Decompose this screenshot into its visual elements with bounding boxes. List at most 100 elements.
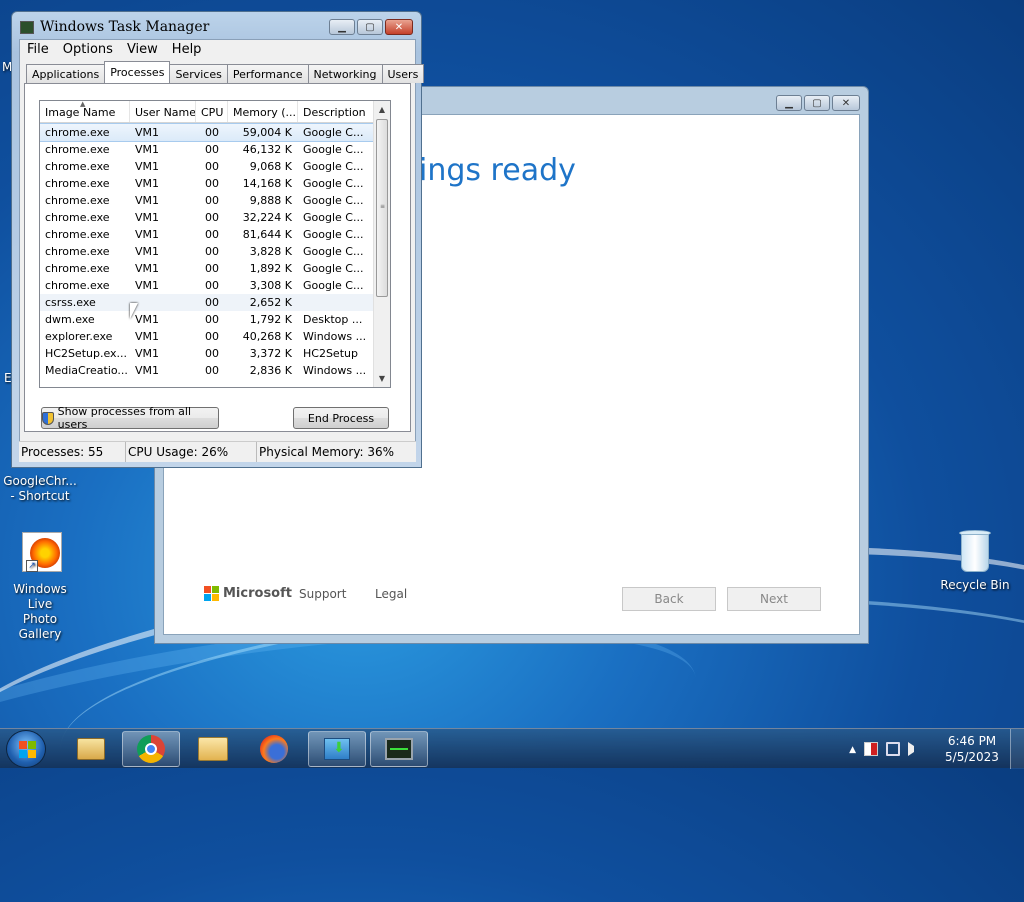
table-cell: chrome.exe: [45, 160, 110, 173]
table-cell: chrome.exe: [45, 228, 110, 241]
grip-icon: ≡: [380, 203, 386, 210]
tab-strip: Applications Processes Services Performa…: [26, 61, 425, 83]
menu-file[interactable]: File: [20, 40, 56, 60]
table-cell: 59,004 K: [242, 126, 292, 139]
action-center-flag-icon[interactable]: [864, 742, 878, 756]
column-header-memory[interactable]: Memory (...: [228, 101, 298, 122]
table-row[interactable]: chrome.exe VM1 00 9,068 K Google C...: [40, 158, 374, 175]
taskbar-firefox[interactable]: [245, 731, 303, 767]
close-button[interactable]: ✕: [385, 19, 413, 35]
tab-processes[interactable]: Processes: [104, 61, 171, 83]
end-process-button[interactable]: End Process: [293, 407, 389, 429]
table-cell: Windows ...: [303, 330, 367, 343]
legal-link[interactable]: Legal: [375, 587, 407, 601]
tab-services[interactable]: Services: [169, 64, 228, 83]
column-header-user-name[interactable]: User Name: [130, 101, 196, 122]
next-button[interactable]: Next: [727, 587, 821, 611]
column-header-cpu[interactable]: CPU: [196, 101, 228, 122]
maximize-button[interactable]: ▢: [804, 95, 830, 111]
table-row[interactable]: chrome.exe VM1 00 1,892 K Google C...: [40, 260, 374, 277]
table-row[interactable]: chrome.exe VM1 00 3,308 K Google C...: [40, 277, 374, 294]
table-cell: Google C...: [303, 245, 364, 258]
table-cell: 14,168 K: [242, 177, 292, 190]
table-cell: VM1: [135, 330, 160, 343]
process-list-scrollbar[interactable]: ▲ ≡ ▼: [373, 101, 390, 387]
table-cell: 81,644 K: [242, 228, 292, 241]
scroll-up-icon[interactable]: ▲: [374, 101, 390, 118]
show-hidden-icons-icon[interactable]: ▲: [849, 742, 856, 756]
table-row[interactable]: chrome.exe VM1 00 46,132 K Google C...: [40, 141, 374, 158]
desktop-icon-recycle-bin[interactable]: Recycle Bin: [935, 528, 1015, 593]
taskbar-setup[interactable]: ⬇: [308, 731, 366, 767]
menu-help[interactable]: Help: [165, 40, 209, 60]
column-header-description[interactable]: Description: [298, 101, 374, 122]
table-cell: VM1: [135, 211, 160, 224]
show-desktop-button[interactable]: [1010, 729, 1024, 769]
table-cell: Google C...: [303, 177, 364, 190]
tab-performance[interactable]: Performance: [226, 64, 309, 83]
table-row[interactable]: chrome.exe VM1 00 14,168 K Google C...: [40, 175, 374, 192]
setup-caption-buttons: ▁ ▢ ✕: [776, 95, 860, 111]
desktop-icon-photo-gallery[interactable]: ↗ Windows Live Photo Gallery: [0, 530, 80, 642]
table-cell: 00: [205, 228, 219, 241]
desktop-icon-chrome-shortcut[interactable]: GoogleChr... - Shortcut: [0, 474, 80, 504]
table-cell: 00: [205, 245, 219, 258]
table-cell: VM1: [135, 279, 160, 292]
taskbar-chrome[interactable]: [122, 731, 180, 767]
start-button[interactable]: [6, 730, 46, 768]
process-list[interactable]: ▲ Image Name User Name CPU Memory (... D…: [39, 100, 391, 388]
show-all-processes-button[interactable]: Show processes from all users: [41, 405, 219, 431]
maximize-button[interactable]: ▢: [357, 19, 383, 35]
scroll-thumb[interactable]: ≡: [376, 119, 388, 297]
menu-options[interactable]: Options: [56, 40, 120, 60]
table-row[interactable]: chrome.exe VM1 00 9,888 K Google C...: [40, 192, 374, 209]
system-tray: ▲ 6:46 PM 5/5/2023: [849, 729, 1024, 769]
table-cell: VM1: [135, 364, 160, 377]
taskbar-explorer-libraries[interactable]: [62, 731, 120, 767]
column-header-image-name[interactable]: ▲ Image Name: [40, 101, 130, 122]
table-cell: 3,308 K: [249, 279, 292, 292]
table-cell: 1,792 K: [249, 313, 292, 326]
table-row[interactable]: chrome.exe VM1 00 81,644 K Google C...: [40, 226, 374, 243]
table-row[interactable]: HC2Setup.ex... VM1 00 3,372 K HC2Setup: [40, 345, 374, 362]
table-cell: 00: [205, 177, 219, 190]
minimize-button[interactable]: ▁: [329, 19, 355, 35]
menu-view[interactable]: View: [120, 40, 165, 60]
table-cell: 00: [205, 194, 219, 207]
table-cell: Desktop ...: [303, 313, 363, 326]
table-cell: VM1: [135, 177, 160, 190]
table-cell: VM1: [135, 262, 160, 275]
status-cpu-usage: CPU Usage: 26%: [126, 442, 257, 462]
back-button[interactable]: Back: [622, 587, 716, 611]
table-row[interactable]: csrss.exe 00 2,652 K: [40, 294, 374, 311]
table-row[interactable]: MediaCreatio... VM1 00 2,836 K Windows ...: [40, 362, 374, 379]
volume-icon[interactable]: [908, 742, 922, 756]
table-row[interactable]: explorer.exe VM1 00 40,268 K Windows ...: [40, 328, 374, 345]
table-row[interactable]: dwm.exe VM1 00 1,792 K Desktop ...: [40, 311, 374, 328]
table-row[interactable]: chrome.exe VM1 00 3,828 K Google C...: [40, 243, 374, 260]
tab-networking[interactable]: Networking: [307, 64, 383, 83]
support-link[interactable]: Support: [299, 587, 346, 601]
minimize-button[interactable]: ▁: [776, 95, 802, 111]
taskbar-task-manager[interactable]: [370, 731, 428, 767]
task-manager-window[interactable]: Windows Task Manager ▁ ▢ ✕ File Options …: [11, 11, 425, 468]
desktop-icon-label: Windows Live: [13, 582, 67, 611]
table-cell: Google C...: [303, 228, 364, 241]
table-row[interactable]: chrome.exe VM1 00 59,004 K Google C...: [40, 123, 375, 142]
tab-applications[interactable]: Applications: [26, 64, 106, 83]
table-cell: VM1: [135, 245, 160, 258]
table-cell: Google C...: [303, 279, 364, 292]
taskbar-file-explorer[interactable]: [184, 731, 242, 767]
taskbar-clock[interactable]: 6:46 PM 5/5/2023: [934, 733, 1010, 765]
tab-users[interactable]: Users: [381, 64, 425, 83]
table-cell: 32,224 K: [242, 211, 292, 224]
network-icon[interactable]: [886, 742, 900, 756]
taskbar: ⬇ ▲ 6:46 PM 5/5/2023: [0, 728, 1024, 769]
table-cell: Google C...: [303, 194, 364, 207]
table-cell: 9,068 K: [249, 160, 292, 173]
status-bar: Processes: 55 CPU Usage: 26% Physical Me…: [19, 441, 416, 462]
close-button[interactable]: ✕: [832, 95, 860, 111]
recycle-bin-icon: [957, 528, 993, 574]
scroll-down-icon[interactable]: ▼: [374, 370, 390, 387]
table-row[interactable]: chrome.exe VM1 00 32,224 K Google C...: [40, 209, 374, 226]
